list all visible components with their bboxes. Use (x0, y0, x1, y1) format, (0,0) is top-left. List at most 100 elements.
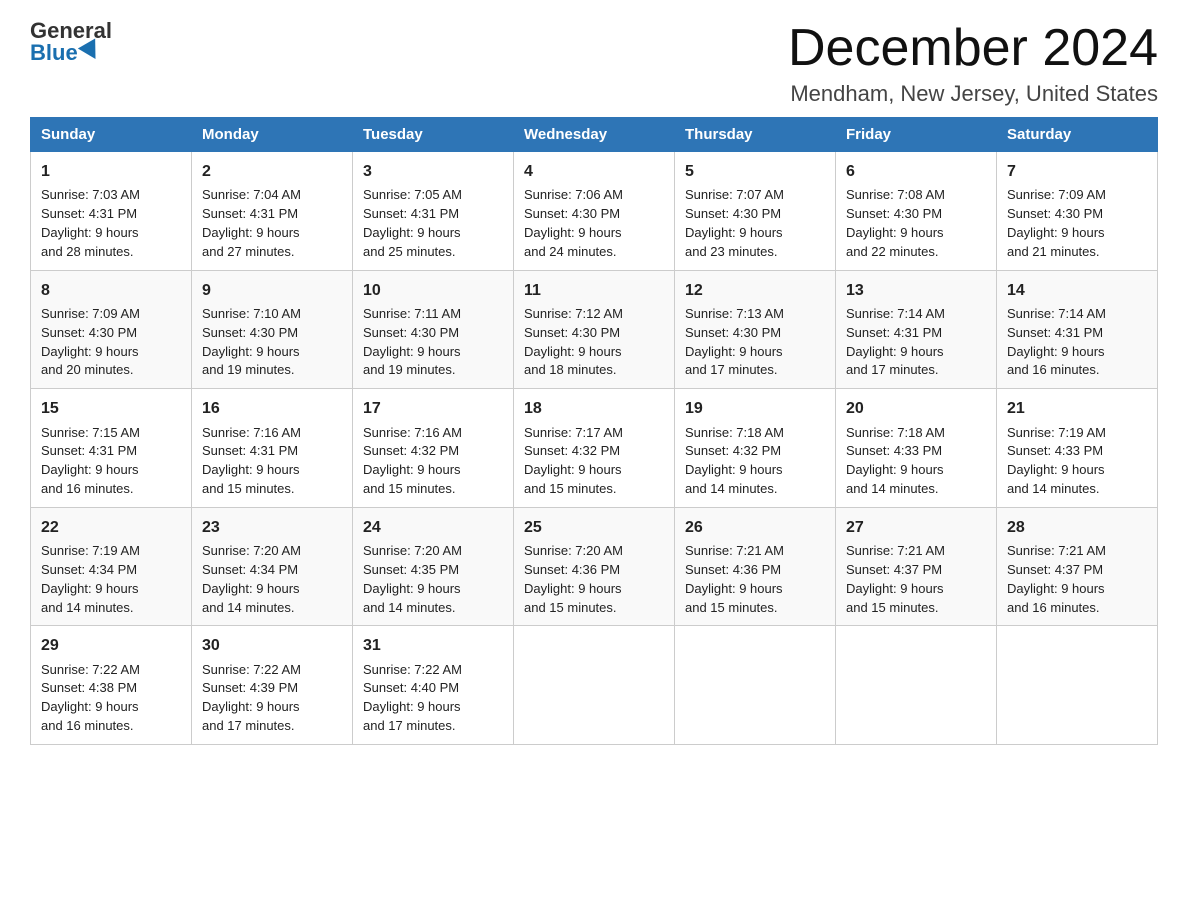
day-daylight-label: Daylight: 9 hours (41, 462, 139, 477)
table-row: 27 Sunrise: 7:21 AM Sunset: 4:37 PM Dayl… (836, 507, 997, 626)
table-row: 18 Sunrise: 7:17 AM Sunset: 4:32 PM Dayl… (514, 389, 675, 508)
table-row: 5 Sunrise: 7:07 AM Sunset: 4:30 PM Dayli… (675, 152, 836, 271)
day-sunset: Sunset: 4:30 PM (524, 325, 620, 340)
day-number: 15 (41, 397, 181, 420)
table-row (675, 626, 836, 745)
day-number: 23 (202, 516, 342, 539)
table-row: 12 Sunrise: 7:13 AM Sunset: 4:30 PM Dayl… (675, 270, 836, 389)
day-daylight-value: and 15 minutes. (685, 600, 778, 615)
day-sunset: Sunset: 4:30 PM (685, 325, 781, 340)
day-daylight-label: Daylight: 9 hours (41, 581, 139, 596)
header-wednesday: Wednesday (514, 118, 675, 152)
day-number: 20 (846, 397, 986, 420)
day-number: 2 (202, 160, 342, 183)
header-friday: Friday (836, 118, 997, 152)
day-sunrise: Sunrise: 7:04 AM (202, 187, 301, 202)
day-sunset: Sunset: 4:30 PM (846, 206, 942, 221)
day-daylight-value: and 21 minutes. (1007, 244, 1100, 259)
table-row: 6 Sunrise: 7:08 AM Sunset: 4:30 PM Dayli… (836, 152, 997, 271)
day-daylight-label: Daylight: 9 hours (1007, 462, 1105, 477)
weekday-header-row: Sunday Monday Tuesday Wednesday Thursday… (31, 118, 1158, 152)
day-sunset: Sunset: 4:30 PM (524, 206, 620, 221)
day-daylight-value: and 15 minutes. (846, 600, 939, 615)
table-row (997, 626, 1158, 745)
day-daylight-value: and 23 minutes. (685, 244, 778, 259)
day-daylight-label: Daylight: 9 hours (363, 581, 461, 596)
day-sunset: Sunset: 4:33 PM (1007, 443, 1103, 458)
day-sunset: Sunset: 4:36 PM (685, 562, 781, 577)
month-title: December 2024 (788, 20, 1158, 77)
header-sunday: Sunday (31, 118, 192, 152)
calendar-week-row: 15 Sunrise: 7:15 AM Sunset: 4:31 PM Dayl… (31, 389, 1158, 508)
day-sunset: Sunset: 4:30 PM (1007, 206, 1103, 221)
day-number: 19 (685, 397, 825, 420)
day-daylight-value: and 22 minutes. (846, 244, 939, 259)
header-monday: Monday (192, 118, 353, 152)
table-row: 14 Sunrise: 7:14 AM Sunset: 4:31 PM Dayl… (997, 270, 1158, 389)
day-daylight-label: Daylight: 9 hours (41, 699, 139, 714)
table-row: 31 Sunrise: 7:22 AM Sunset: 4:40 PM Dayl… (353, 626, 514, 745)
day-daylight-value: and 15 minutes. (524, 600, 617, 615)
day-daylight-label: Daylight: 9 hours (41, 225, 139, 240)
day-number: 18 (524, 397, 664, 420)
location-title: Mendham, New Jersey, United States (788, 81, 1158, 107)
day-sunrise: Sunrise: 7:14 AM (1007, 306, 1106, 321)
table-row: 30 Sunrise: 7:22 AM Sunset: 4:39 PM Dayl… (192, 626, 353, 745)
day-sunset: Sunset: 4:37 PM (846, 562, 942, 577)
day-sunrise: Sunrise: 7:18 AM (846, 425, 945, 440)
day-daylight-value: and 25 minutes. (363, 244, 456, 259)
logo: General Blue (30, 20, 112, 64)
day-daylight-label: Daylight: 9 hours (846, 462, 944, 477)
day-sunset: Sunset: 4:31 PM (363, 206, 459, 221)
day-daylight-label: Daylight: 9 hours (202, 581, 300, 596)
day-number: 8 (41, 279, 181, 302)
day-number: 10 (363, 279, 503, 302)
day-sunset: Sunset: 4:38 PM (41, 680, 137, 695)
day-sunset: Sunset: 4:40 PM (363, 680, 459, 695)
day-sunrise: Sunrise: 7:18 AM (685, 425, 784, 440)
day-sunset: Sunset: 4:30 PM (202, 325, 298, 340)
day-sunrise: Sunrise: 7:22 AM (363, 662, 462, 677)
day-sunrise: Sunrise: 7:19 AM (1007, 425, 1106, 440)
header-thursday: Thursday (675, 118, 836, 152)
day-daylight-value: and 15 minutes. (524, 481, 617, 496)
day-number: 11 (524, 279, 664, 302)
day-daylight-label: Daylight: 9 hours (685, 581, 783, 596)
day-daylight-value: and 27 minutes. (202, 244, 295, 259)
day-sunset: Sunset: 4:32 PM (524, 443, 620, 458)
day-number: 16 (202, 397, 342, 420)
day-number: 21 (1007, 397, 1147, 420)
day-sunrise: Sunrise: 7:22 AM (202, 662, 301, 677)
day-sunrise: Sunrise: 7:20 AM (202, 543, 301, 558)
day-sunrise: Sunrise: 7:11 AM (363, 306, 461, 321)
table-row: 19 Sunrise: 7:18 AM Sunset: 4:32 PM Dayl… (675, 389, 836, 508)
day-sunset: Sunset: 4:31 PM (41, 206, 137, 221)
day-daylight-label: Daylight: 9 hours (524, 581, 622, 596)
day-number: 7 (1007, 160, 1147, 183)
header-tuesday: Tuesday (353, 118, 514, 152)
day-sunset: Sunset: 4:32 PM (685, 443, 781, 458)
day-sunrise: Sunrise: 7:21 AM (1007, 543, 1106, 558)
title-section: December 2024 Mendham, New Jersey, Unite… (788, 20, 1158, 107)
day-sunrise: Sunrise: 7:05 AM (363, 187, 462, 202)
day-sunrise: Sunrise: 7:08 AM (846, 187, 945, 202)
day-daylight-value: and 15 minutes. (202, 481, 295, 496)
day-daylight-label: Daylight: 9 hours (685, 225, 783, 240)
day-number: 28 (1007, 516, 1147, 539)
day-sunrise: Sunrise: 7:07 AM (685, 187, 784, 202)
day-sunrise: Sunrise: 7:09 AM (1007, 187, 1106, 202)
table-row: 22 Sunrise: 7:19 AM Sunset: 4:34 PM Dayl… (31, 507, 192, 626)
day-sunset: Sunset: 4:31 PM (41, 443, 137, 458)
day-daylight-value: and 24 minutes. (524, 244, 617, 259)
day-sunset: Sunset: 4:34 PM (41, 562, 137, 577)
day-number: 31 (363, 634, 503, 657)
table-row: 17 Sunrise: 7:16 AM Sunset: 4:32 PM Dayl… (353, 389, 514, 508)
calendar-week-row: 8 Sunrise: 7:09 AM Sunset: 4:30 PM Dayli… (31, 270, 1158, 389)
table-row: 26 Sunrise: 7:21 AM Sunset: 4:36 PM Dayl… (675, 507, 836, 626)
day-number: 26 (685, 516, 825, 539)
table-row: 10 Sunrise: 7:11 AM Sunset: 4:30 PM Dayl… (353, 270, 514, 389)
day-daylight-label: Daylight: 9 hours (1007, 581, 1105, 596)
day-sunrise: Sunrise: 7:20 AM (524, 543, 623, 558)
logo-triangle-icon (78, 38, 104, 64)
day-number: 13 (846, 279, 986, 302)
